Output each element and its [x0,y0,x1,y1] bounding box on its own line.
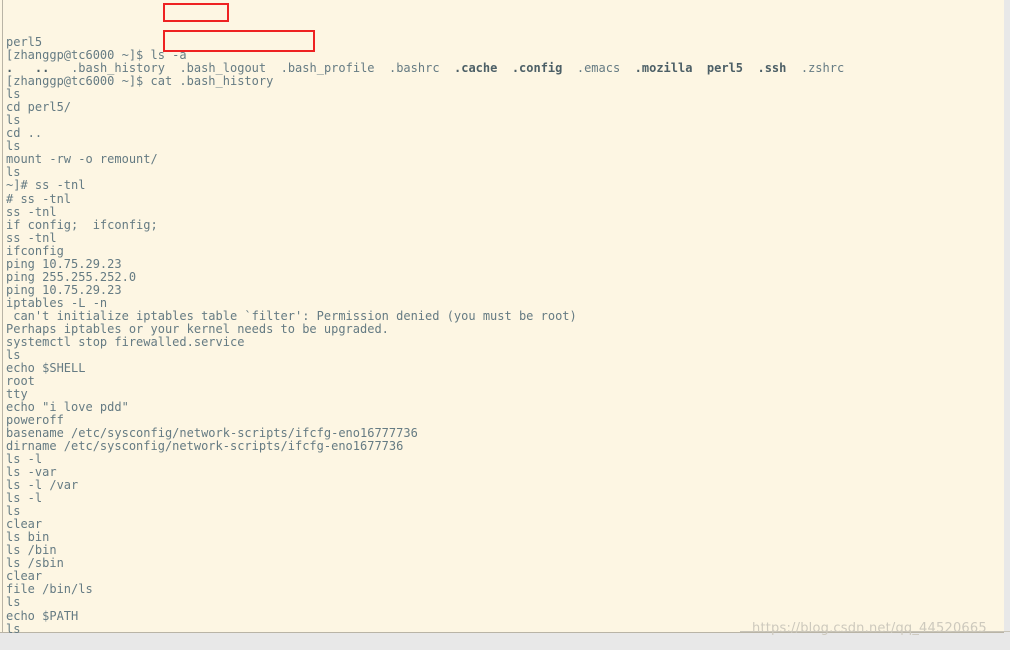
terminal-line: clear [6,569,43,584]
terminal-line: ls [6,165,21,180]
terminal-line: systemctl stop firewalled.service [6,334,245,349]
terminal-line: root [6,373,35,388]
listing-entry-dir: .ssh [757,61,787,76]
terminal-line: dirname /etc/sysconfig/network-scripts/i… [6,439,404,454]
listing-entry-dir: .mozilla [634,61,693,76]
terminal-line: cd .. [6,126,43,141]
listing-gap [440,61,454,75]
listing-entry-file: .bashrc [388,61,440,76]
listing-entry-dir: .config [511,61,563,76]
listing-gap [165,61,179,75]
terminal-line: clear [6,517,43,532]
listing-gap [692,61,706,75]
terminal-line: echo $SHELL [6,360,86,375]
terminal-line: ls bin [6,530,50,545]
terminal-line: iptables -L -n [6,295,108,310]
listing-entry-file: .bash_logout [179,61,267,76]
listing-entry-file: .emacs [576,61,621,76]
listing-entry-dir: .cache [454,61,498,76]
terminal-line: ss -tnl [6,204,57,219]
terminal-line: ping 255.255.252.0 [6,269,137,284]
listing-gap [266,61,280,75]
listing-entry-dir: perl5 [706,61,744,76]
terminal-line: ls /bin [6,543,57,558]
terminal-line: tty [6,386,28,401]
terminal-left-border [2,0,3,633]
listing-entry-dir: .. [34,61,50,76]
listing-gap [743,61,757,75]
terminal-line: ping 10.75.29.23 [6,282,122,297]
listing-gap [620,61,634,75]
listing-entry-file: .bash_history [71,61,165,76]
terminal-line: ~]# ss -tnl [6,178,86,193]
csdn-watermark: https://blog.csdn.net/qq_44520665 [752,621,987,636]
listing-gap [375,61,389,75]
terminal-line: mount -rw -o remount/ [6,152,158,167]
terminal-line: ls [6,113,21,128]
terminal-line: ifconfig [6,243,64,258]
terminal-line: cd perl5/ [6,100,72,115]
screenshot-root: perl5 [zhanggp@tc6000 ~]$ ls -a. .. .bash… [0,0,1010,650]
terminal-line: ls -var [6,465,57,480]
listing-gap [497,61,511,75]
terminal-line: [zhanggp@tc6000 ~]$ cat .bash_history [6,74,274,89]
terminal-line: ls /sbin [6,556,64,571]
terminal-line: echo "i love pdd" [6,400,129,415]
terminal-line: ss -tnl [6,230,57,245]
terminal-line: Perhaps iptables or your kernel needs to… [6,321,389,336]
terminal-line: ls -l [6,452,43,467]
terminal-line: # ss -tnl [6,191,72,206]
terminal-line: if config; ifconfig; [6,217,158,232]
listing-entry-file: .zshrc [800,61,845,76]
listing-gap [562,61,576,75]
terminal-screen[interactable]: perl5 [zhanggp@tc6000 ~]$ ls -a. .. .bash… [6,0,1002,633]
listing-gap [13,61,35,75]
window-right-chrome [1004,0,1010,650]
terminal-line: can't initialize iptables table `filter'… [6,308,577,323]
listing-gap [786,61,800,75]
terminal-window[interactable]: perl5 [zhanggp@tc6000 ~]$ ls -a. .. .bash… [0,0,1004,633]
terminal-line: ls -l /var [6,478,79,493]
terminal-line: ls [6,87,21,102]
terminal-line: ping 10.75.29.23 [6,256,122,271]
listing-gap [49,61,71,75]
terminal-line: ls [6,595,21,610]
listing-entry-file: .bash_profile [280,61,375,76]
terminal-line: ls [6,504,21,519]
terminal-line: ls [6,347,21,362]
terminal-line: ls -l [6,491,43,506]
terminal-line: file /bin/ls [6,582,93,597]
